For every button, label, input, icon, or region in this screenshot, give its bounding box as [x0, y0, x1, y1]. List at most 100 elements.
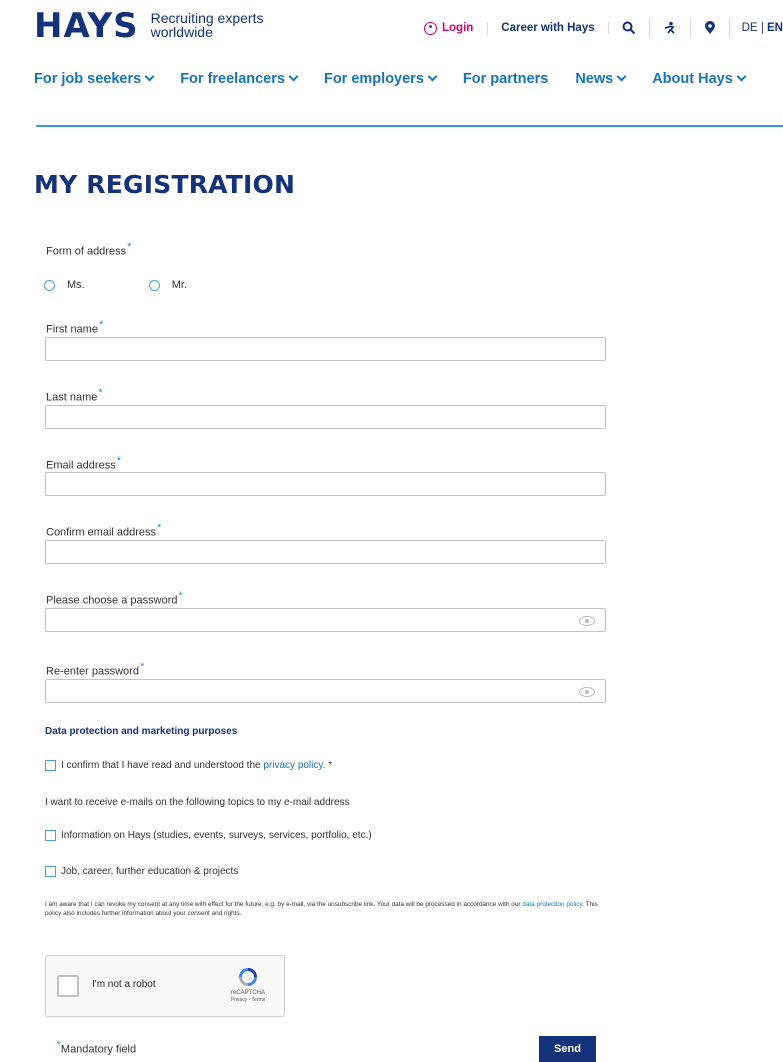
logo-tagline: Recruiting experts worldwide	[151, 11, 264, 39]
label-text: Last name	[46, 391, 98, 404]
privacy-confirm-text: I confirm that I have read and understoo…	[61, 760, 332, 771]
privacy-confirm-prefix: I confirm that I have read and understoo…	[61, 760, 264, 771]
main-navigation: For job seekers For freelancers For empl…	[34, 71, 747, 87]
nav-item-about-hays[interactable]: About Hays	[652, 71, 747, 87]
topic-career-row: Job, career, further education & project…	[45, 866, 238, 877]
nav-label: For partners	[462, 71, 549, 87]
nav-label: About Hays	[652, 71, 733, 87]
last-name-label: Last name*	[46, 387, 103, 404]
label-text: Form of address	[46, 245, 127, 258]
topic-career-label: Job, career, further education & project…	[61, 866, 239, 877]
recaptcha-widget: I'm not a robot reCAPTCHA Privacy - Term…	[45, 955, 285, 1017]
chevron-down-icon	[427, 71, 438, 82]
required-marker: *	[178, 590, 183, 602]
search-icon	[622, 21, 635, 35]
reenter-password-field[interactable]	[45, 679, 606, 703]
first-name-field[interactable]	[45, 337, 606, 361]
nav-label: For job seekers	[34, 71, 142, 87]
nav-divider	[36, 125, 783, 127]
consent-notice: I am aware that I can revoke my consent …	[45, 900, 605, 918]
nav-label: For freelancers	[180, 71, 285, 87]
radio-label: Ms.	[67, 279, 85, 291]
login-label: Login	[442, 22, 474, 34]
location-pin-icon	[704, 21, 715, 34]
eye-icon[interactable]	[579, 687, 595, 697]
recaptcha-logo: reCAPTCHA Privacy - Terms	[218, 966, 278, 1003]
recaptcha-brand: reCAPTCHA	[230, 990, 265, 996]
privacy-confirm-suffix: *	[325, 760, 333, 771]
nav-item-employers[interactable]: For employers	[324, 71, 438, 87]
page-title: MY REGISTRATION	[34, 170, 296, 199]
salutation-radio-group: Ms. Mr.	[44, 279, 251, 291]
password-field[interactable]	[45, 608, 606, 632]
required-marker: *	[98, 319, 104, 331]
nav-item-news[interactable]: News	[575, 71, 627, 87]
site-header: HAYS Recruiting experts worldwide Login …	[0, 0, 783, 127]
chevron-down-icon	[144, 71, 155, 82]
mandatory-label: Mandatory field	[60, 1043, 137, 1056]
privacy-confirm-checkbox[interactable]	[45, 760, 56, 771]
chevron-down-icon	[288, 71, 299, 82]
hays-logo[interactable]: HAYS Recruiting experts worldwide	[34, 8, 263, 44]
accessibility-icon	[664, 21, 675, 34]
label-text: Re-enter password	[46, 665, 139, 678]
career-with-hays-link[interactable]: Career with Hays	[488, 22, 609, 34]
required-marker: *	[157, 522, 162, 534]
privacy-confirm-row: I confirm that I have read and understoo…	[45, 760, 332, 771]
radio-ms[interactable]: Ms.	[44, 279, 85, 291]
lang-separator: |	[760, 22, 764, 34]
emails-intro-text: I want to receive e-mails on the followi…	[45, 797, 350, 808]
email-label: Email address*	[46, 455, 121, 472]
radio-label: Mr.	[171, 279, 188, 291]
recaptcha-icon	[239, 968, 257, 986]
privacy-policy-link[interactable]: privacy policy.	[263, 760, 325, 771]
eye-icon[interactable]	[579, 616, 595, 626]
label-text: Confirm email address	[46, 526, 157, 539]
tagline-line-1: Recruiting experts	[150, 10, 264, 26]
required-marker: *	[139, 661, 145, 673]
topic-hays-checkbox[interactable]	[45, 830, 56, 841]
privacy-heading: Data protection and marketing purposes	[45, 726, 238, 737]
lang-de[interactable]: DE	[742, 22, 758, 34]
consent-prefix: I am aware that I can revoke my consent …	[45, 901, 523, 908]
label-text: Please choose a password	[46, 594, 178, 607]
nav-item-partners[interactable]: For partners	[463, 71, 548, 87]
label-text: First name	[46, 323, 98, 336]
first-name-label: First name*	[46, 319, 103, 336]
confirm-email-label: Confirm email address*	[46, 522, 161, 539]
required-marker: *	[127, 241, 132, 253]
recaptcha-checkbox[interactable]	[57, 975, 79, 997]
lang-en[interactable]: EN	[767, 22, 783, 34]
radio-mr[interactable]: Mr.	[148, 279, 188, 291]
nav-label: News	[575, 71, 614, 87]
language-switcher: DE | EN	[730, 22, 783, 34]
data-protection-policy-link[interactable]: data protection policy	[522, 901, 582, 908]
reenter-password-label: Re-enter password*	[46, 661, 144, 678]
login-link[interactable]: Login	[424, 21, 489, 35]
label-text: Email address	[46, 459, 116, 472]
utility-bar: Login Career with Hays DE | EN	[424, 18, 783, 38]
recaptcha-label: I'm not a robot	[92, 979, 156, 990]
radio-circle-icon[interactable]	[148, 279, 160, 291]
send-button[interactable]: Send	[539, 1036, 596, 1062]
confirm-email-field[interactable]	[45, 540, 606, 564]
search-button[interactable]	[609, 18, 650, 38]
user-circle-icon	[424, 21, 437, 35]
nav-item-job-seekers[interactable]: For job seekers	[34, 71, 155, 87]
radio-circle-icon[interactable]	[44, 279, 55, 291]
chevron-down-icon	[736, 71, 747, 82]
accessibility-button[interactable]	[650, 18, 691, 38]
chevron-down-icon	[616, 71, 627, 82]
location-button[interactable]	[691, 18, 730, 38]
email-field[interactable]	[45, 472, 606, 496]
topic-career-checkbox[interactable]	[45, 866, 56, 877]
form-of-address-label: Form of address*	[46, 241, 131, 258]
recaptcha-terms-link[interactable]: Privacy - Terms	[218, 997, 278, 1003]
tagline-line-2: worldwide	[150, 24, 213, 40]
nav-item-freelancers[interactable]: For freelancers	[180, 71, 299, 87]
last-name-field[interactable]	[45, 405, 606, 429]
required-marker: *	[116, 455, 121, 467]
topic-hays-row: Information on Hays (studies, events, su…	[45, 830, 372, 841]
required-marker: *	[98, 387, 103, 399]
logo-wordmark: HAYS	[34, 6, 139, 46]
